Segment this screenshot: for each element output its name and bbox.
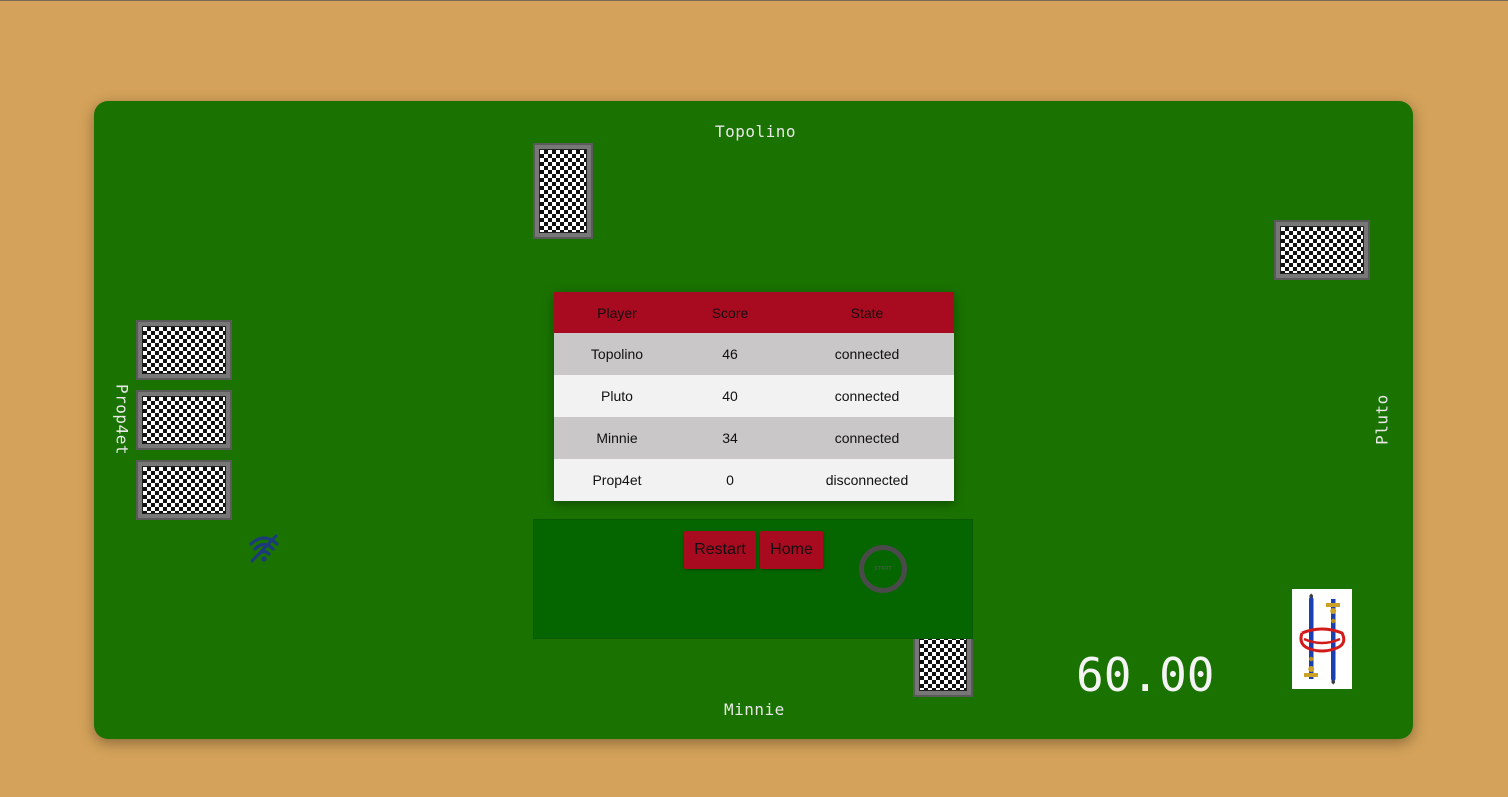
row-state: disconnected: [780, 459, 954, 501]
row-state: connected: [780, 417, 954, 459]
scoreboard-header-row: Player Score State: [554, 292, 954, 333]
card-back-left-2: [136, 390, 232, 450]
card-back-left-1: [136, 320, 232, 380]
window-top-border: [0, 0, 1508, 1]
wifi-off-icon: [249, 534, 279, 563]
home-button[interactable]: Home: [760, 531, 823, 569]
player-name-top: Topolino: [715, 122, 797, 141]
start-button[interactable]: START: [859, 545, 907, 593]
card-back-top: [533, 143, 593, 239]
player-name-right: Pluto: [1372, 394, 1392, 445]
header-player: Player: [554, 292, 680, 333]
row-state: connected: [780, 375, 954, 417]
face-up-card[interactable]: [1292, 589, 1352, 689]
row-player: Prop4et: [554, 459, 680, 501]
row-player: Topolino: [554, 333, 680, 375]
start-label: START: [874, 566, 892, 572]
header-state: State: [780, 292, 954, 333]
row-player: Minnie: [554, 417, 680, 459]
turn-timer: 60.00: [1076, 648, 1215, 702]
card-back-right: [1274, 220, 1370, 280]
table-row: Pluto 40 connected: [554, 375, 954, 417]
row-state: connected: [780, 333, 954, 375]
row-score: 34: [680, 417, 780, 459]
row-score: 0: [680, 459, 780, 501]
table-row: Topolino 46 connected: [554, 333, 954, 375]
player-name-left: Prop4et: [112, 384, 132, 455]
row-score: 40: [680, 375, 780, 417]
scoreboard-table: Player Score State Topolino 46 connected…: [554, 292, 954, 501]
header-score: Score: [680, 292, 780, 333]
row-score: 46: [680, 333, 780, 375]
player-name-bottom: Minnie: [724, 700, 785, 719]
table-row: Minnie 34 connected: [554, 417, 954, 459]
card-back-left-3: [136, 460, 232, 520]
row-player: Pluto: [554, 375, 680, 417]
restart-button[interactable]: Restart: [684, 531, 756, 569]
swords-card-icon: [1299, 593, 1346, 685]
table-row: Prop4et 0 disconnected: [554, 459, 954, 501]
